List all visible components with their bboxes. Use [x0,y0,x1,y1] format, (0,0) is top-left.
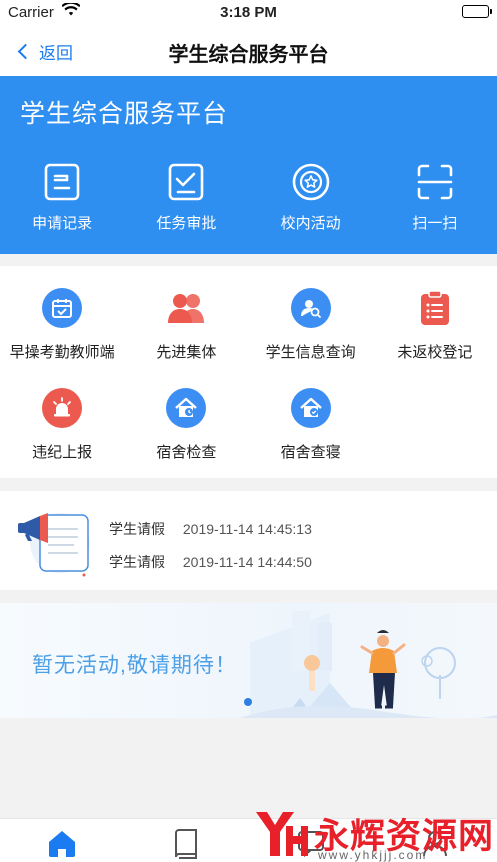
hero-title: 学生综合服务平台 [20,100,229,128]
notice-datetime: 2019-11-14 14:44:50 [182,554,312,570]
quick-action-approve[interactable]: 任务审批 [124,162,248,233]
notice-type: 学生请假 [109,554,165,570]
services-grid: 早操考勤教师端 先进集体 学生信息查询 未返校登记 违纪上报 宿舍检查 宿舍查寝 [0,266,497,478]
service-label: 违纪上报 [32,444,93,461]
status-bar: Carrier 3:18 PM [0,0,497,26]
empty-activity-message: 暂无活动,敬请期待！ [32,654,237,677]
clipboard-icon [415,288,455,328]
quick-action-label: 校内活动 [280,215,341,232]
notice-item[interactable]: 学生请假 2019-11-14 14:44:50 [109,552,312,572]
approve-icon [169,163,204,201]
site-watermark: 永辉资源网 www.yhkjjj.com [250,806,497,862]
service-dorm-check[interactable]: 宿舍检查 [124,388,248,462]
services-row: 早操考勤教师端 先进集体 学生信息查询 未返校登记 [0,288,497,362]
group-icon [166,288,206,328]
navigation-bar: 返回 学生综合服务平台 [0,26,497,76]
watermark-logo [256,812,308,856]
service-label: 宿舍检查 [156,444,217,461]
service-label: 学生信息查询 [265,344,356,361]
notice-type: 学生请假 [109,521,165,537]
quick-action-scan[interactable]: 扫一扫 [373,162,497,233]
scan-icon [417,164,453,200]
quick-action-records[interactable]: 申请记录 [0,162,124,233]
quick-action-label: 扫一扫 [412,215,458,232]
alarm-icon [42,388,83,428]
hero-banner: 学生综合服务平台 申请记录 任务审批 校内活动 扫一扫 [0,76,497,254]
service-discipline-report[interactable]: 违纪上报 [0,388,124,462]
tab-home[interactable] [0,819,124,862]
service-not-returned-registration[interactable]: 未返校登记 [373,288,497,362]
battery-icon [462,5,492,18]
service-advanced-collective[interactable]: 先进集体 [124,288,248,362]
book-icon [175,829,198,859]
record-icon [44,163,80,201]
clock: 3:18 PM [220,4,277,21]
home-icon [49,831,76,857]
service-morning-attendance[interactable]: 早操考勤教师端 [0,288,124,362]
notice-card: 学生请假 2019-11-14 14:45:13 学生请假 2019-11-14… [0,491,497,590]
quick-actions: 申请记录 任务审批 校内活动 扫一扫 [0,162,497,233]
page-title: 学生综合服务平台 [168,44,329,66]
watermark-url: www.yhkjjj.com [318,848,428,862]
service-label: 宿舍查寝 [280,444,341,461]
tab-book[interactable] [124,819,248,862]
quick-action-label: 申请记录 [32,215,93,232]
dorm-inspect-icon [290,388,331,428]
dorm-check-icon [166,388,207,428]
service-label: 未返校登记 [397,344,473,361]
service-student-info-query[interactable]: 学生信息查询 [249,288,373,362]
quick-action-activity[interactable]: 校内活动 [249,162,373,233]
notice-item[interactable]: 学生请假 2019-11-14 14:45:13 [109,519,312,539]
user-search-icon [290,288,331,328]
notice-datetime: 2019-11-14 14:45:13 [182,521,312,537]
activity-icon [292,163,329,201]
megaphone-illustration [14,499,98,588]
service-label: 先进集体 [156,344,217,361]
service-dorm-inspection[interactable]: 宿舍查寝 [249,388,373,462]
services-row: 违纪上报 宿舍检查 宿舍查寝 [0,388,497,462]
activity-empty-banner: 暂无活动,敬请期待！ [0,603,497,718]
quick-action-label: 任务审批 [156,215,217,232]
service-label: 早操考勤教师端 [9,344,115,361]
calendar-check-icon [42,288,83,328]
